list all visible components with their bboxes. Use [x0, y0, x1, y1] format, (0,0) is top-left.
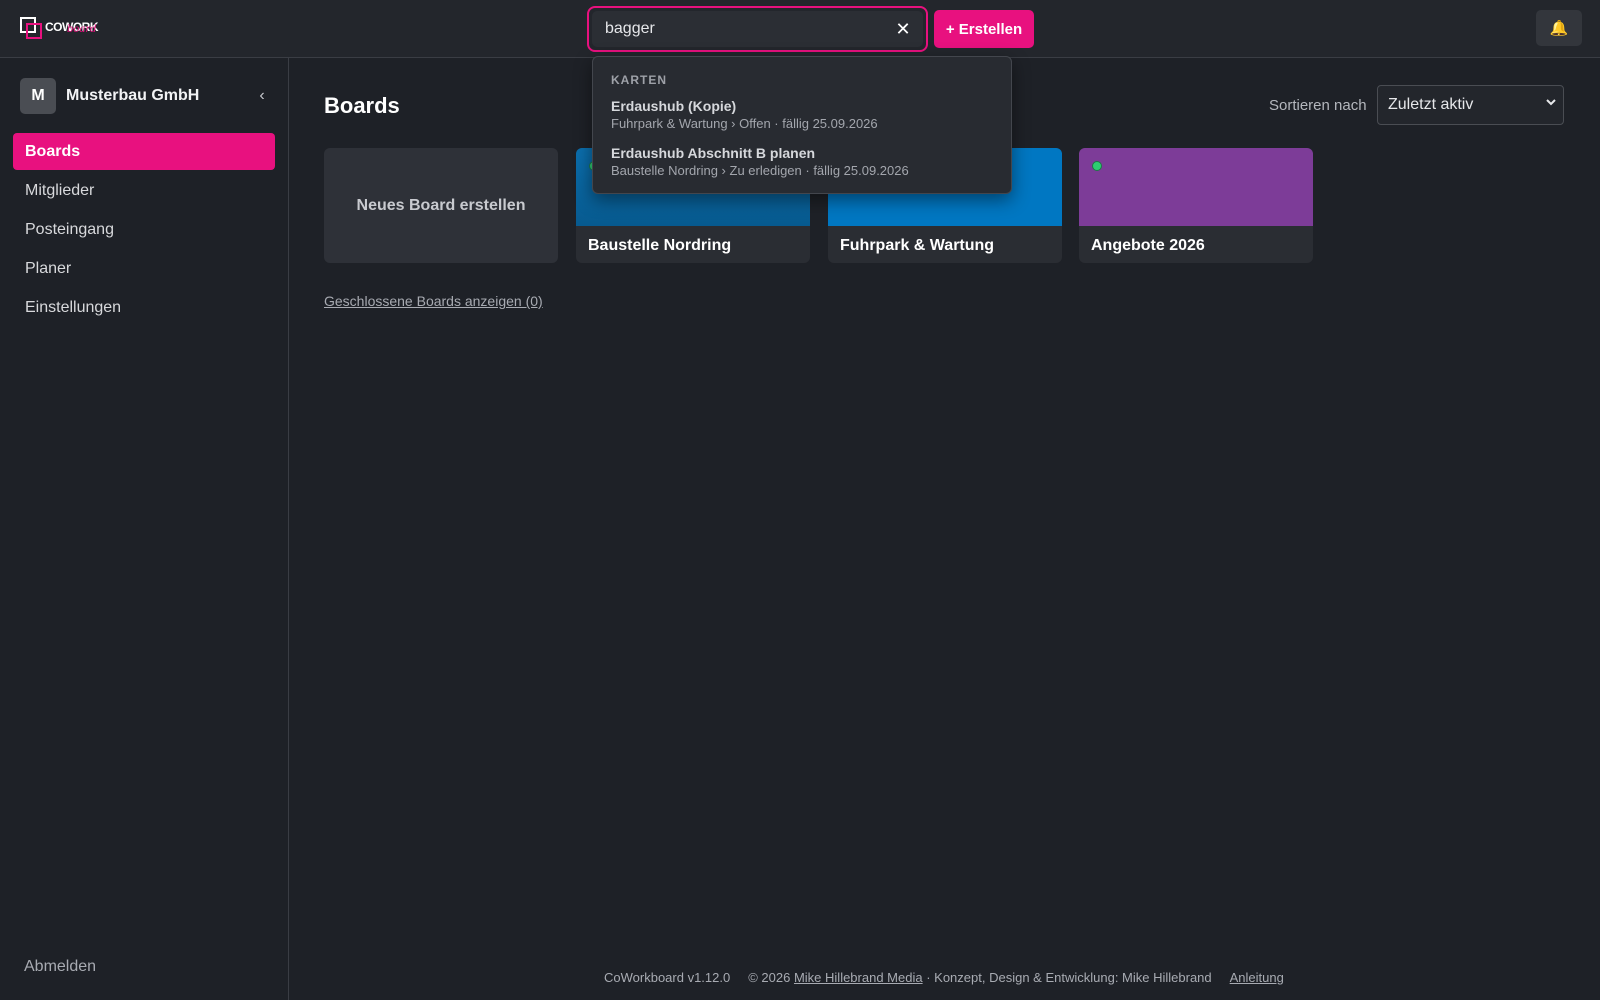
sidebar-item-einstellungen[interactable]: Einstellungen — [13, 289, 275, 326]
page-title: Boards — [324, 93, 400, 118]
board-cover — [1079, 148, 1313, 226]
logout-link[interactable]: Abmelden — [24, 958, 96, 976]
sidebar-nav: Boards Mitglieder Posteingang Planer Ein… — [13, 133, 275, 328]
new-board-card[interactable]: Neues Board erstellen — [324, 148, 558, 263]
top-bar: COWORK board ✕ + Erstellen 🔔 — [0, 0, 1600, 58]
board-title: Angebote 2026 — [1091, 237, 1205, 254]
board-title: Baustelle Nordring — [588, 237, 732, 254]
copyright: © 2026 — [748, 970, 791, 985]
create-button[interactable]: + Erstellen — [934, 10, 1034, 48]
org-name: Musterbau GmbH — [66, 87, 200, 104]
sort-select[interactable]: Zuletzt aktiv — [1377, 85, 1564, 125]
sort-value: Zuletzt aktiv — [1388, 96, 1474, 113]
logo-icon — [20, 17, 42, 39]
search-result-item[interactable]: Erdaushub (Kopie) Fuhrpark & Wartung › O… — [611, 98, 991, 131]
sidebar-item-planer[interactable]: Planer — [13, 250, 275, 287]
sidebar-item-mitglieder[interactable]: Mitglieder — [13, 172, 275, 209]
sort-label: Sortieren nach — [1269, 97, 1367, 114]
results-section-heading: KARTEN — [611, 73, 667, 87]
collapse-sidebar-icon[interactable]: ‹ — [254, 84, 270, 108]
organization-switcher[interactable]: M Musterbau GmbH — [20, 78, 199, 114]
board-title: Fuhrpark & Wartung — [840, 237, 995, 254]
search-result-item[interactable]: Erdaushub Abschnitt B planen Baustelle N… — [611, 145, 991, 178]
search-results-dropdown: KARTEN Erdaushub (Kopie) Fuhrpark & Wart… — [592, 56, 1012, 194]
sidebar-item-posteingang[interactable]: Posteingang — [13, 211, 275, 248]
result-meta: Baustelle Nordring › Zu erledigen · fäll… — [611, 163, 909, 178]
credit-text: · Konzept, Design & Entwicklung: Mike Hi… — [926, 970, 1212, 985]
result-title: Erdaushub Abschnitt B planen — [611, 145, 816, 161]
search-box: ✕ — [587, 6, 928, 52]
board-card-angebote-2026[interactable]: Angebote 2026 — [1079, 148, 1313, 263]
guide-link[interactable]: Anleitung — [1230, 970, 1284, 985]
sidebar-item-boards[interactable]: Boards — [13, 133, 275, 170]
result-title: Erdaushub (Kopie) — [611, 98, 737, 114]
app-version: CoWorkboard v1.12.0 — [604, 970, 731, 985]
closed-boards-link[interactable]: Geschlossene Boards anzeigen (0) — [324, 293, 543, 309]
org-avatar: M — [20, 78, 56, 114]
active-status-dot — [1092, 161, 1102, 171]
notifications-button[interactable]: 🔔 — [1536, 10, 1582, 46]
app-logo[interactable]: COWORK board — [20, 16, 99, 40]
clear-search-icon[interactable]: ✕ — [893, 19, 913, 39]
sidebar: M Musterbau GmbH ‹ Boards Mitglieder Pos… — [0, 58, 289, 1000]
chevron-down-icon — [1546, 99, 1556, 106]
footer: CoWorkboard v1.12.0 © 2026 Mike Hillebran… — [604, 970, 1284, 985]
logo-subtext: board — [67, 24, 97, 35]
search-field: ✕ — [592, 11, 923, 47]
search-input[interactable] — [592, 11, 923, 47]
result-meta: Fuhrpark & Wartung › Offen · fällig 25.0… — [611, 116, 878, 131]
company-link[interactable]: Mike Hillebrand Media — [794, 970, 923, 985]
bell-icon: 🔔 — [1549, 20, 1569, 37]
